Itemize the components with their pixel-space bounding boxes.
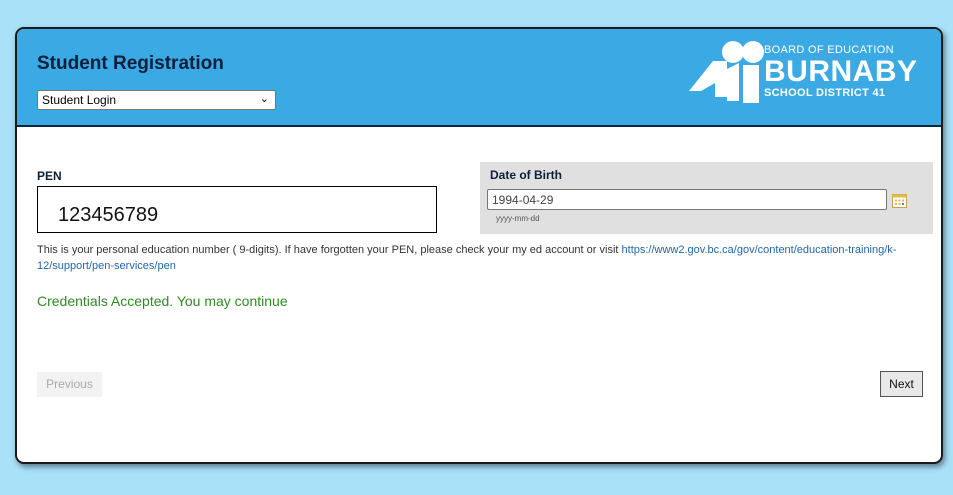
dob-panel: Date of Birth 1994-04-29 yyyy-mm-dd (480, 162, 933, 234)
role-select-value: Student Login (42, 93, 117, 107)
header-bar: Student Registration Student Login ⌄ BOA… (17, 29, 941, 127)
registration-card: Student Registration Student Login ⌄ BOA… (15, 27, 943, 464)
logo-line-burnaby: BURNABY (764, 55, 918, 88)
page-title: Student Registration (37, 53, 224, 74)
chevron-down-icon: ⌄ (259, 93, 269, 105)
pen-input[interactable]: 123456789 (37, 186, 437, 233)
logo-line-district: SCHOOL DISTRICT 41 (764, 87, 886, 99)
dob-label: Date of Birth (490, 168, 562, 182)
dob-format-hint: yyyy-mm-dd (496, 214, 540, 223)
role-select[interactable]: Student Login ⌄ (37, 90, 276, 110)
pen-input-value: 123456789 (58, 204, 159, 226)
pen-help-text: This is your personal education number (… (37, 242, 917, 274)
status-message: Credentials Accepted. You may continue (37, 293, 288, 309)
dob-input[interactable]: 1994-04-29 (487, 189, 887, 210)
next-button[interactable]: Next (880, 371, 923, 397)
pen-help-description: This is your personal education number (… (37, 244, 619, 256)
previous-button[interactable]: Previous (37, 372, 102, 397)
district-logo-text: BOARD OF EDUCATION BURNABY SCHOOL DISTRI… (764, 45, 918, 99)
pen-label: PEN (37, 169, 62, 183)
calendar-icon[interactable] (892, 193, 907, 208)
